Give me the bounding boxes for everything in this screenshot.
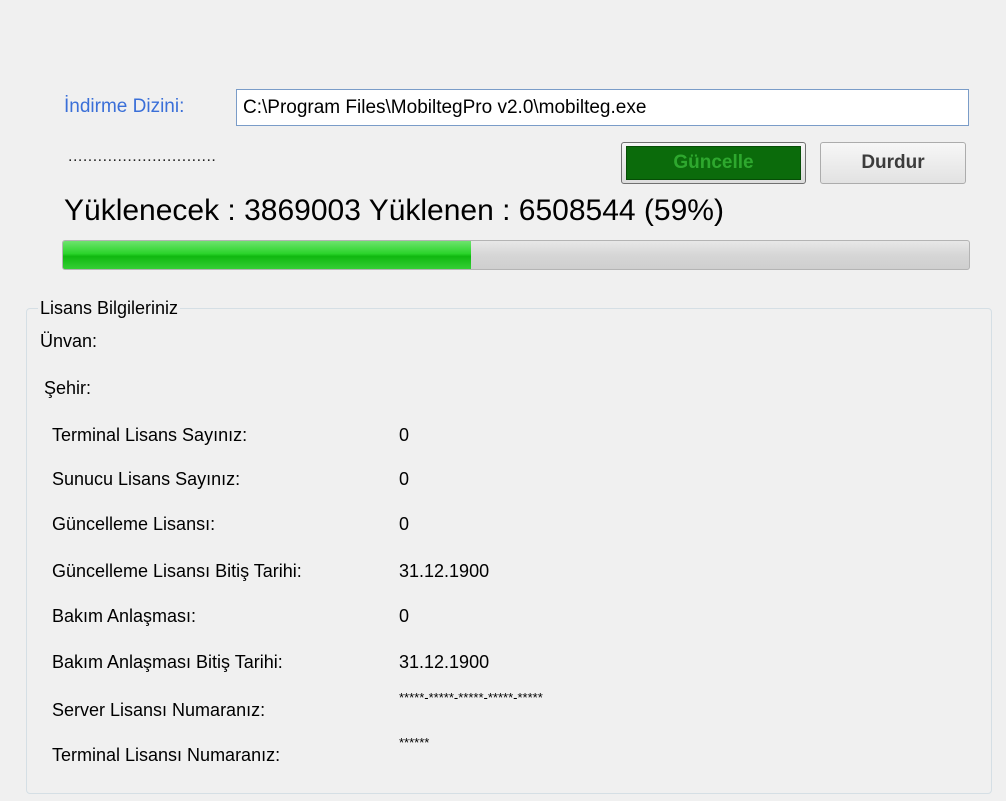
download-dir-label: İndirme Dizini: [64, 96, 185, 117]
server-license-number-label: Server Lisansı Numaranız: [52, 700, 266, 720]
server-license-count-value: 0 [399, 469, 410, 489]
terminal-license-number-label: Terminal Lisansı Numaranız: [52, 745, 281, 765]
status-dots: .............................. [68, 148, 217, 165]
maintenance-expiry-label: Bakım Anlaşması Bitiş Tarihi: [52, 652, 283, 672]
license-groupbox [26, 308, 992, 794]
update-license-value: 0 [399, 514, 410, 534]
maintenance-agreement-value: 0 [399, 606, 410, 626]
update-button-label: Güncelle [626, 146, 801, 180]
terminal-license-number-value: ****** [399, 735, 430, 750]
server-license-number-value: *****-*****-*****-*****-***** [399, 690, 543, 705]
terminal-license-count-value: 0 [399, 425, 410, 445]
maintenance-expiry-value: 31.12.1900 [399, 652, 490, 672]
update-license-expiry-label: Güncelleme Lisansı Bitiş Tarihi: [52, 561, 302, 581]
update-license-expiry-value: 31.12.1900 [399, 561, 490, 581]
server-license-count-label: Sunucu Lisans Sayınız: [52, 469, 241, 489]
stop-button[interactable]: Durdur [820, 142, 966, 184]
update-button[interactable]: Güncelle [621, 142, 806, 184]
license-group-title: Lisans Bilgileriniz [38, 298, 181, 319]
maintenance-agreement-label: Bakım Anlaşması: [52, 606, 197, 626]
download-status-text: Yüklenecek : 3869003 Yüklenen : 6508544 … [64, 194, 724, 227]
update-license-label: Güncelleme Lisansı: [52, 514, 216, 534]
terminal-license-count-label: Terminal Lisans Sayınız: [52, 425, 248, 445]
download-dir-input[interactable] [236, 89, 969, 126]
download-progress-fill [63, 241, 471, 269]
city-label: Şehir: [44, 378, 92, 398]
download-progress-bar [62, 240, 970, 270]
title-label: Ünvan: [40, 331, 98, 351]
